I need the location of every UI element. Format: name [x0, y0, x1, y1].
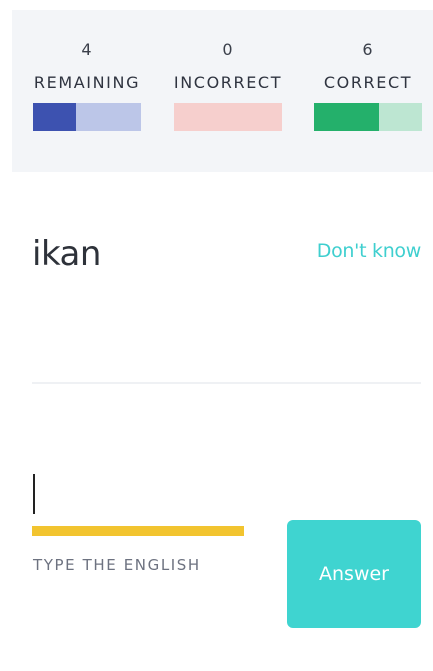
remaining-bar-rest — [76, 103, 141, 131]
incorrect-bar-rest — [174, 103, 282, 131]
correct-label: CORRECT — [323, 73, 413, 92]
dont-know-link[interactable]: Don't know — [317, 240, 422, 262]
progress-panel: 4 REMAINING 0 INCORRECT 6 CORRECT — [12, 10, 433, 172]
input-underline — [32, 526, 244, 536]
remaining-count: 4 — [81, 40, 93, 59]
remaining-label: REMAINING — [33, 73, 141, 92]
remaining-bar-fill — [33, 103, 77, 131]
answer-button[interactable]: Answer — [287, 520, 421, 628]
incorrect-bar — [174, 103, 282, 131]
correct-count: 6 — [362, 40, 374, 59]
input-hint: TYPE THE ENGLISH — [33, 556, 201, 574]
divider — [32, 382, 421, 384]
answer-input[interactable] — [33, 470, 247, 524]
incorrect-label: INCORRECT — [173, 73, 283, 92]
flashcard-screen: 4 REMAINING 0 INCORRECT 6 CORRECT ikan D… — [0, 0, 433, 671]
correct-bar — [314, 103, 422, 131]
remaining-bar — [33, 103, 141, 131]
correct-bar-rest — [378, 103, 422, 131]
prompt-word: ikan — [32, 234, 101, 274]
correct-bar-fill — [314, 103, 379, 131]
incorrect-count: 0 — [222, 40, 234, 59]
